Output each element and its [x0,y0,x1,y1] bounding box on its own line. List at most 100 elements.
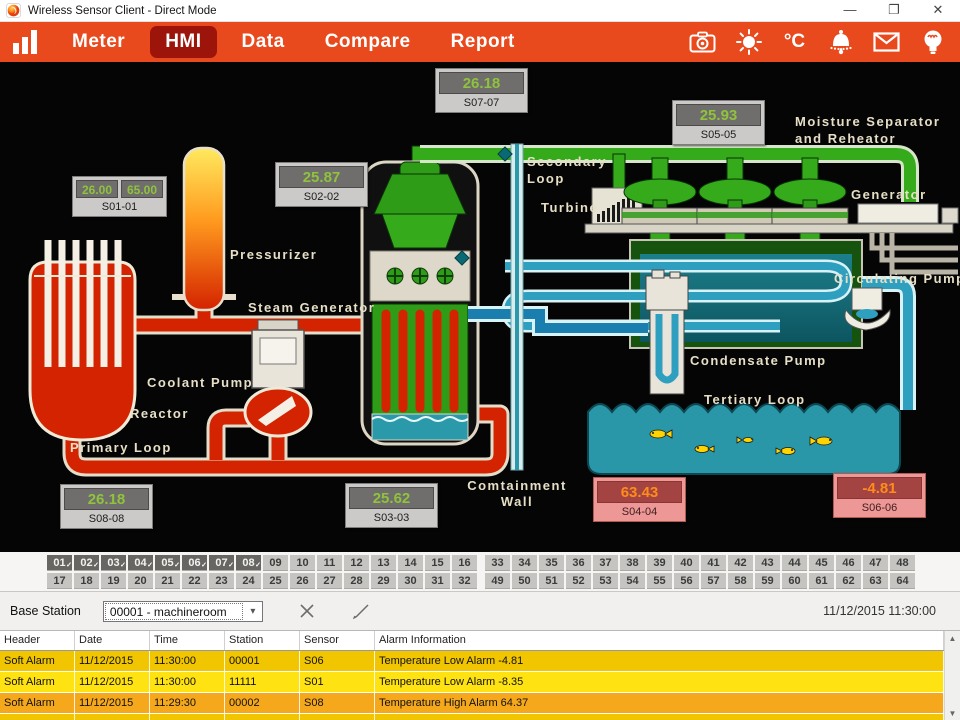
station-cell-16[interactable]: 16 [452,555,477,571]
mail-icon[interactable] [873,29,900,56]
station-cell-12[interactable]: 12 [344,555,369,571]
cell-info [375,714,944,720]
station-cell-56[interactable]: 56 [674,573,699,589]
station-cell-13[interactable]: 13 [371,555,396,571]
station-cell-55[interactable]: 55 [647,573,672,589]
sensor-box-s05[interactable]: 25.93 S05-05 [672,100,765,145]
station-cell-43[interactable]: 43 [755,555,780,571]
table-row[interactable]: Soft Alarm11/12/201511:29:3000002S08Temp… [0,693,944,714]
menu-item-hmi[interactable]: HMI [150,26,216,58]
alarm-bell-icon[interactable] [827,29,854,56]
station-cell-33[interactable]: 33 [485,555,510,571]
station-cell-63[interactable]: 63 [863,573,888,589]
station-cell-30[interactable]: 30 [398,573,423,589]
station-cell-17[interactable]: 17 [47,573,72,589]
sensor-box-s04-alarm[interactable]: 63.43 S04-04 [593,477,686,522]
station-cell-64[interactable]: 64 [890,573,915,589]
station-cell-36[interactable]: 36 [566,555,591,571]
generator-units [858,204,958,223]
station-cell-57[interactable]: 57 [701,573,726,589]
station-cell-60[interactable]: 60 [782,573,807,589]
menu-item-compare[interactable]: Compare [310,26,426,58]
station-cell-47[interactable]: 47 [863,555,888,571]
sensor-box-s02[interactable]: 25.87 S02-02 [275,162,368,207]
station-cell-49[interactable]: 49 [485,573,510,589]
sensor-box-s08[interactable]: 26.18 S08-08 [60,484,153,529]
station-cell-48[interactable]: 48 [890,555,915,571]
station-cell-32[interactable]: 32 [452,573,477,589]
station-cell-23[interactable]: 23 [209,573,234,589]
sensor-box-s03[interactable]: 25.62 S03-03 [345,483,438,528]
station-cell-04[interactable]: 04✓ [128,555,153,571]
station-cell-44[interactable]: 44 [782,555,807,571]
scroll-down-icon[interactable]: ▼ [949,706,957,720]
station-cell-03[interactable]: 03✓ [101,555,126,571]
celsius-icon[interactable]: °C [781,29,808,56]
station-cell-39[interactable]: 39 [647,555,672,571]
station-cell-40[interactable]: 40 [674,555,699,571]
station-cell-19[interactable]: 19 [101,573,126,589]
station-cell-09[interactable]: 09 [263,555,288,571]
sensor-box-s06-alarm[interactable]: -4.81 S06-06 [833,473,926,518]
station-cell-51[interactable]: 51 [539,573,564,589]
station-cell-21[interactable]: 21 [155,573,180,589]
maximize-button[interactable]: ❐ [872,0,916,22]
station-cell-52[interactable]: 52 [566,573,591,589]
station-cell-08[interactable]: 08✓ [236,555,261,571]
station-cell-58[interactable]: 58 [728,573,753,589]
station-cell-18[interactable]: 18 [74,573,99,589]
station-cell-29[interactable]: 29 [371,573,396,589]
station-cell-11[interactable]: 11 [317,555,342,571]
station-cell-46[interactable]: 46 [836,555,861,571]
station-cell-31[interactable]: 31 [425,573,450,589]
station-cell-42[interactable]: 42 [728,555,753,571]
station-cell-20[interactable]: 20 [128,573,153,589]
station-cell-61[interactable]: 61 [809,573,834,589]
station-cell-59[interactable]: 59 [755,573,780,589]
check-icon: ✓ [93,558,99,574]
vertical-scrollbar[interactable]: ▲ ▼ [944,631,960,720]
station-cell-15[interactable]: 15 [425,555,450,571]
station-cell-05[interactable]: 05✓ [155,555,180,571]
sensor-box-s07[interactable]: 26.18 S07-07 [435,68,528,113]
station-cell-54[interactable]: 54 [620,573,645,589]
station-cell-41[interactable]: 41 [701,555,726,571]
station-cell-06[interactable]: 06✓ [182,555,207,571]
station-cell-26[interactable]: 26 [290,573,315,589]
station-cell-53[interactable]: 53 [593,573,618,589]
bar-chart-icon[interactable] [13,30,37,54]
station-cell-14[interactable]: 14 [398,555,423,571]
menu-item-report[interactable]: Report [436,26,530,58]
camera-icon[interactable] [689,29,716,56]
station-cell-24[interactable]: 24 [236,573,261,589]
menu-item-data[interactable]: Data [227,26,300,58]
station-cell-28[interactable]: 28 [344,573,369,589]
station-cell-27[interactable]: 27 [317,573,342,589]
table-row[interactable] [0,714,944,720]
station-cell-50[interactable]: 50 [512,573,537,589]
scroll-up-icon[interactable]: ▲ [949,631,957,646]
station-cell-07[interactable]: 07✓ [209,555,234,571]
menu-item-meter[interactable]: Meter [57,26,140,58]
station-cell-25[interactable]: 25 [263,573,288,589]
station-cell-10[interactable]: 10 [290,555,315,571]
station-cell-22[interactable]: 22 [182,573,207,589]
station-cell-01[interactable]: 01✓ [47,555,72,571]
station-cell-35[interactable]: 35 [539,555,564,571]
table-row[interactable]: Soft Alarm11/12/201511:30:0000001S06Temp… [0,651,944,672]
clear-button[interactable] [297,601,317,621]
station-cell-34[interactable]: 34 [512,555,537,571]
close-button[interactable]: ✕ [916,0,960,22]
station-cell-62[interactable]: 62 [836,573,861,589]
station-cell-45[interactable]: 45 [809,555,834,571]
station-cell-38[interactable]: 38 [620,555,645,571]
sensor-box-s01[interactable]: 26.00 65.00 S01-01 [72,176,167,217]
table-row[interactable]: Soft Alarm11/12/201511:30:0011111S01Temp… [0,672,944,693]
station-cell-02[interactable]: 02✓ [74,555,99,571]
edit-pencil-icon[interactable] [351,601,371,621]
brightness-icon[interactable] [735,29,762,56]
base-station-dropdown[interactable]: 00001 - machineroom ▾ [103,601,263,622]
station-cell-37[interactable]: 37 [593,555,618,571]
bulb-icon[interactable] [919,29,946,56]
minimize-button[interactable]: — [828,0,872,22]
